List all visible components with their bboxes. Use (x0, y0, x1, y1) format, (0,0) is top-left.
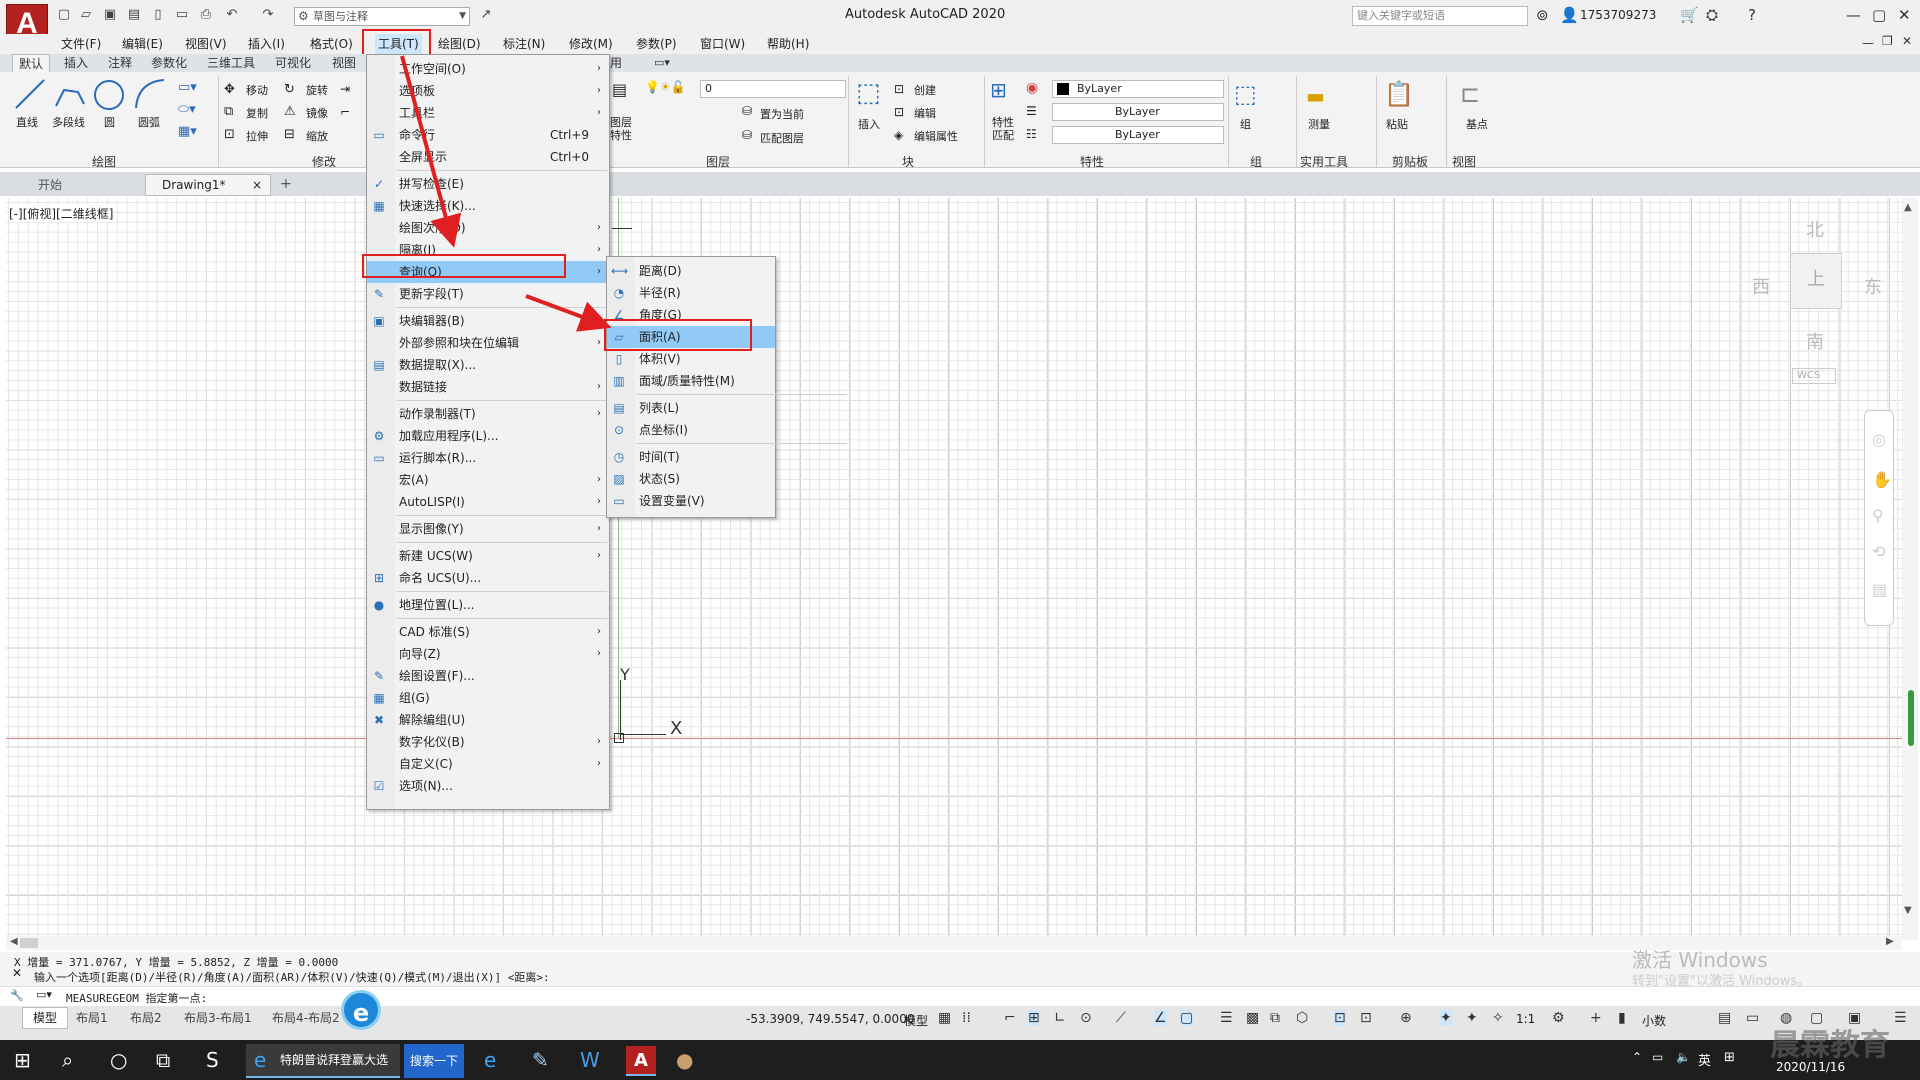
arrow-to-query (400, 55, 462, 248)
annotation-arrows (400, 55, 612, 332)
arrow-to-area (525, 294, 612, 332)
